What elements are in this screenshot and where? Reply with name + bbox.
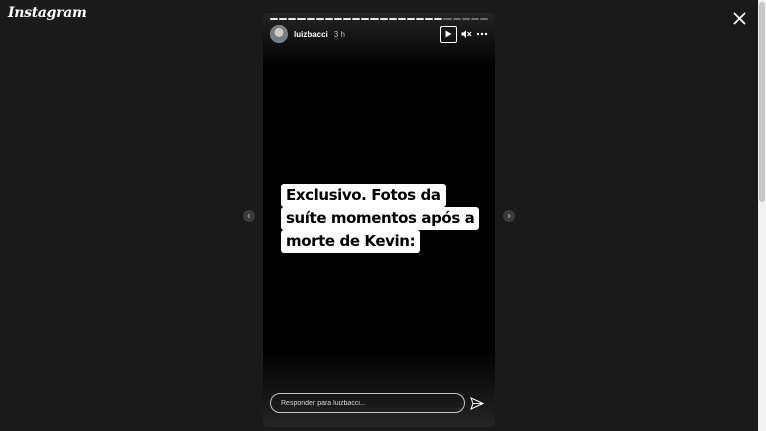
progress-segment [434, 18, 443, 20]
reply-bar [270, 392, 490, 414]
chevron-left-icon [247, 213, 251, 219]
progress-segment [270, 18, 279, 20]
progress-segment [288, 18, 297, 20]
story-header: luizbacci 3 h [270, 25, 488, 43]
progress-segment [461, 18, 470, 20]
progress-segment [361, 18, 370, 20]
progress-segment [297, 18, 306, 20]
progress-segment [397, 18, 406, 20]
close-button[interactable] [731, 10, 748, 27]
story-text-line: suíte momentos após a [281, 207, 480, 230]
story-time: 3 h [333, 29, 345, 39]
more-options-button[interactable] [476, 32, 488, 36]
play-icon [445, 30, 452, 38]
story-viewer[interactable]: luizbacci 3 h Exclusivo. Fotos da suíte … [263, 13, 495, 427]
progress-segment [443, 18, 452, 20]
chevron-right-icon [507, 213, 511, 219]
progress-segment [343, 18, 352, 20]
progress-segment [406, 18, 415, 20]
progress-segment [479, 18, 488, 20]
progress-segment [324, 18, 333, 20]
scrollbar-thumb[interactable] [759, 2, 765, 202]
speaker-muted-icon [461, 30, 472, 38]
next-story-button[interactable] [503, 210, 515, 222]
more-options-icon [476, 32, 488, 36]
progress-segment [470, 18, 479, 20]
progress-segment [416, 18, 425, 20]
story-text-line: morte de Kevin: [281, 230, 421, 253]
reply-input[interactable] [270, 393, 465, 413]
progress-segment [352, 18, 361, 20]
progress-segment [306, 18, 315, 20]
story-text-line: Exclusivo. Fotos da [281, 184, 446, 207]
progress-segment [370, 18, 379, 20]
progress-segment [388, 18, 397, 20]
progress-segment [452, 18, 461, 20]
play-button[interactable] [440, 25, 457, 43]
story-username[interactable]: luizbacci [294, 30, 328, 39]
story-controls [440, 25, 488, 43]
mute-button[interactable] [461, 29, 472, 39]
story-bottom-gradient [263, 347, 495, 427]
paper-plane-icon [470, 396, 484, 410]
page-scrollbar[interactable] [758, 0, 766, 431]
progress-segment [379, 18, 388, 20]
avatar[interactable] [270, 25, 288, 43]
progress-segment [315, 18, 324, 20]
story-progress-bar [270, 18, 488, 20]
instagram-logo[interactable]: Instagram [8, 5, 87, 21]
close-icon [733, 12, 746, 25]
story-text-overlay: Exclusivo. Fotos da suíte momentos após … [281, 184, 491, 253]
send-button[interactable] [470, 396, 484, 410]
progress-segment [425, 18, 434, 20]
progress-segment [279, 18, 288, 20]
previous-story-button[interactable] [243, 210, 255, 222]
progress-segment [333, 18, 342, 20]
